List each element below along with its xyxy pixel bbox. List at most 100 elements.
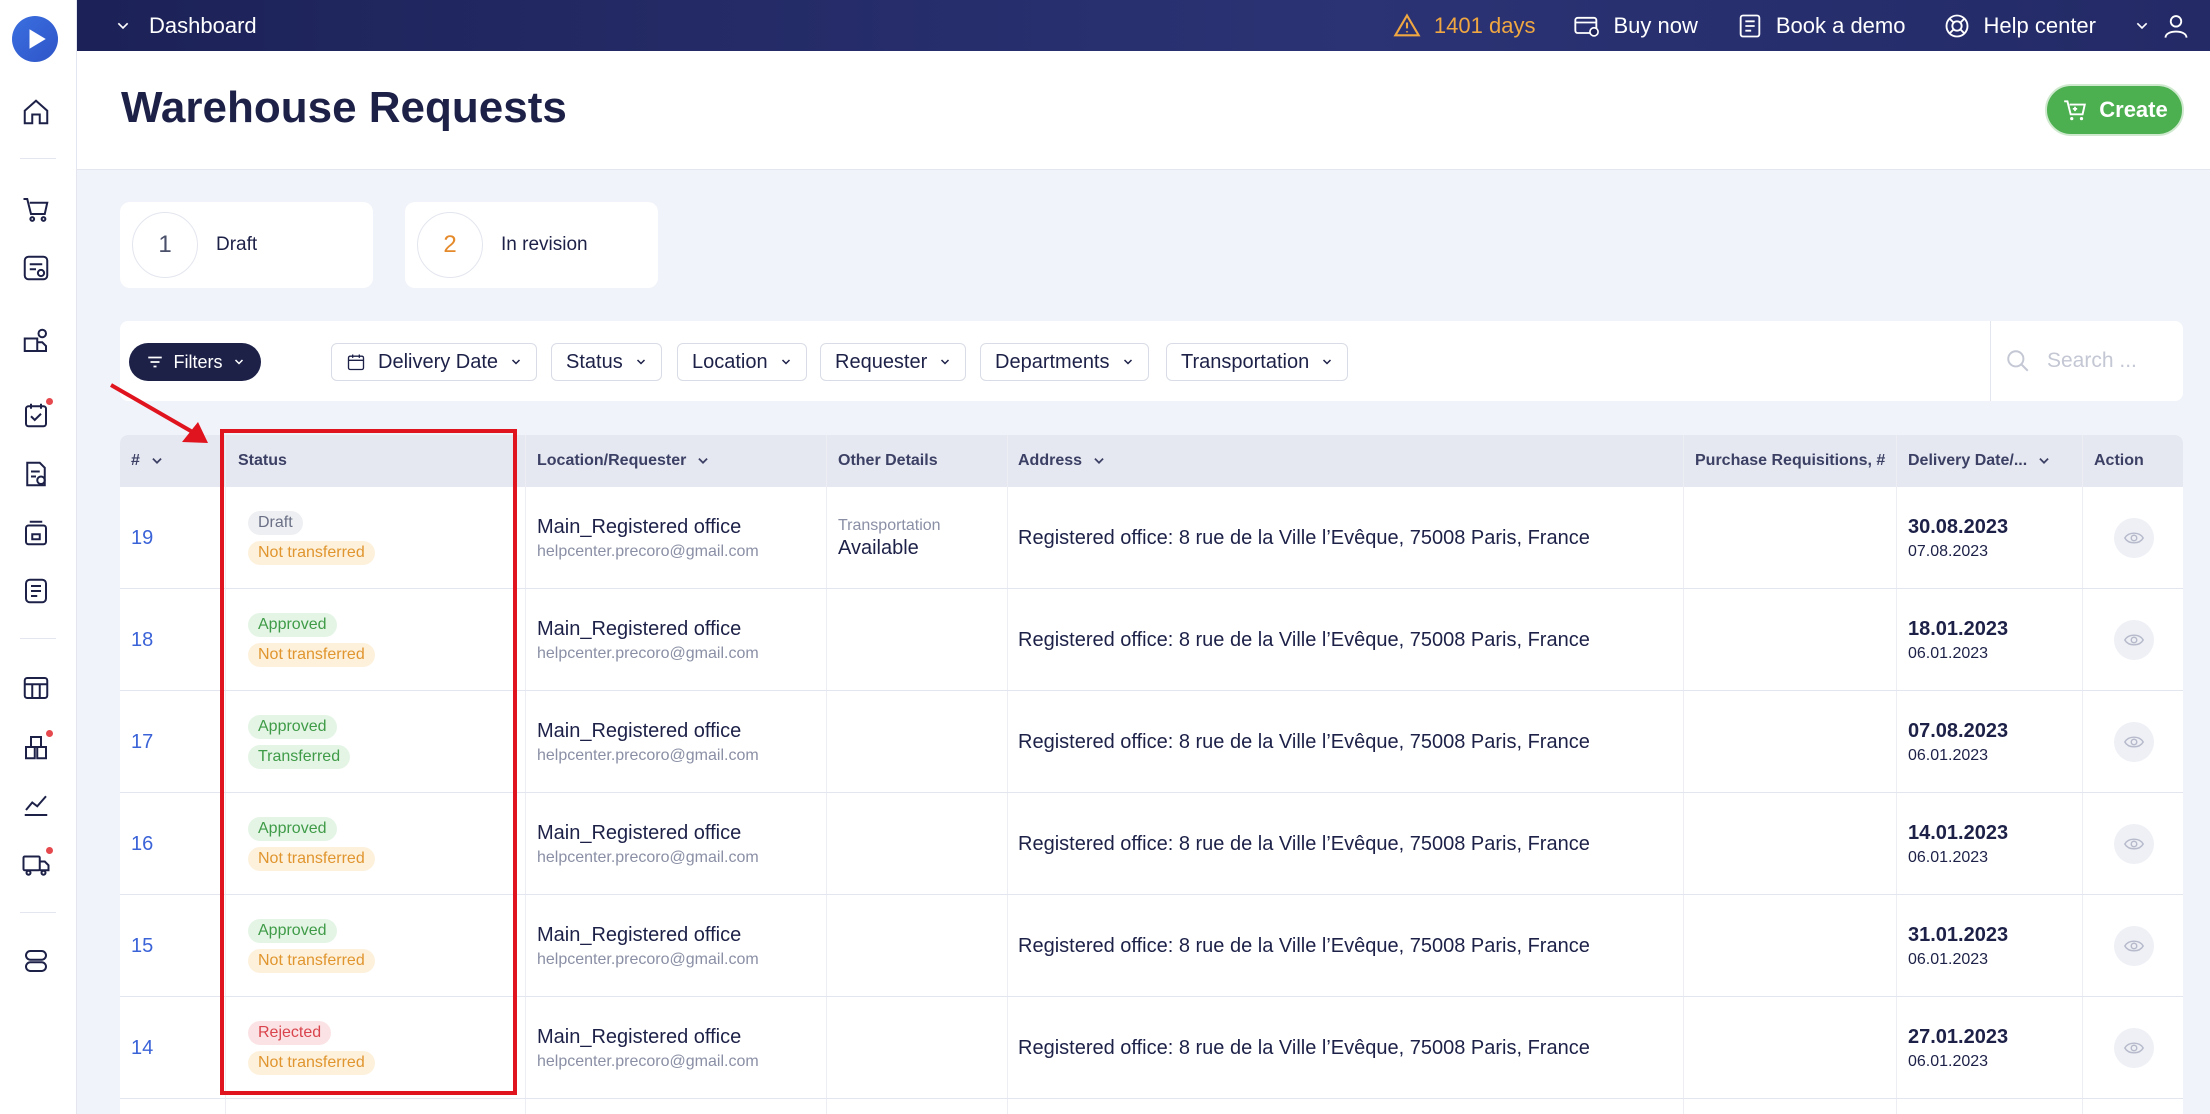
status-badge: Approved [248,613,337,637]
settings-icon[interactable] [20,945,52,977]
requester-email: helpcenter.precoro@gmail.com [537,542,759,560]
stat-card-draft[interactable]: 1 Draft [120,202,373,288]
request-id-link[interactable]: 17 [131,731,153,754]
chevron-down-icon [234,359,243,365]
chevron-down-icon [781,359,790,365]
filter-requester[interactable]: Requester [820,343,967,381]
filter-status[interactable]: Status [551,343,662,381]
budget-icon[interactable] [20,672,52,704]
inventory-icon[interactable] [20,729,54,763]
trial-days[interactable]: 1401 days [1392,12,1535,40]
request-id-link[interactable]: 15 [131,935,153,958]
help-center-link[interactable]: Help center [1943,12,2096,40]
table-row[interactable]: 17 Approved Transferred Main_Registered off… [120,691,2183,793]
request-id-link[interactable]: 19 [131,527,153,550]
book-demo-link[interactable]: Book a demo [1736,12,1906,40]
create-button[interactable]: Create [2045,84,2184,136]
view-eye-icon[interactable] [2114,926,2154,966]
view-eye-icon[interactable] [2114,620,2154,660]
search-input[interactable] [2047,349,2167,373]
requester-email: helpcenter.precoro@gmail.com [537,950,759,968]
filter-icon [147,356,162,368]
chevron-down-icon [698,458,709,464]
dashboard-label: Dashboard [149,12,257,38]
supplier-icon[interactable] [20,325,52,357]
view-eye-icon[interactable] [2114,518,2154,558]
view-eye-icon[interactable] [2114,1028,2154,1068]
book-demo-label: Book a demo [1775,12,1906,38]
chevron-down-icon [2136,22,2148,29]
user-menu[interactable] [2134,12,2190,40]
delivery-date: 14.01.2023 [1908,821,2009,844]
transfer-badge: Not transferred [248,1051,375,1075]
chevron-down-icon [512,359,521,365]
request-id-link[interactable]: 18 [131,629,153,652]
stat-count: 1 [132,212,198,278]
filter-departments[interactable]: Departments [980,343,1149,381]
status-badge: Approved [248,817,337,841]
column-header-address[interactable]: Address [1018,435,1106,487]
requests-icon[interactable] [20,252,52,284]
filter-transportation[interactable]: Transportation [1166,343,1349,381]
view-eye-icon[interactable] [2114,824,2154,864]
stat-label: In revision [501,234,588,255]
address-text: Registered office: 8 rue de la Ville l’E… [1018,526,1590,549]
request-id-link[interactable]: 16 [131,833,153,856]
request-id-link[interactable]: 14 [131,1037,153,1060]
view-eye-icon[interactable] [2114,722,2154,762]
analytics-icon[interactable] [20,789,52,821]
page-header: Warehouse Requests Create [77,51,2210,170]
location-name: Main_Registered office [537,719,742,742]
created-date: 06.01.2023 [1908,848,1989,866]
requester-email: helpcenter.precoro@gmail.com [537,746,759,764]
search-box [1990,321,2183,401]
chevron-down-icon [1094,458,1104,464]
table-row[interactable]: 15 Approved Not transferred Main_Registered… [120,895,2183,997]
chevron-down-icon [941,359,950,365]
table-row[interactable]: 14 Rejected Not transferred Main_Registered… [120,997,2183,1099]
stat-card-in-revision[interactable]: 2 In revision [405,202,658,288]
buy-now-link[interactable]: Buy now [1573,12,1698,40]
transfer-badge: Not transferred [248,643,375,667]
column-header-purchase-requisitions: Purchase Requisitions, # [1695,452,1886,469]
app-logo[interactable] [12,16,58,62]
table-row[interactable]: 19 Draft Not transferred Main_Registered of… [120,487,2183,589]
chevron-down-icon [636,359,645,365]
home-icon[interactable] [20,96,52,128]
chevron-down-icon [1323,359,1332,365]
cart-icon[interactable] [20,193,52,225]
address-text: Registered office: 8 rue de la Ville l’E… [1018,730,1590,753]
warehouse-icon[interactable] [20,517,52,549]
filter-label: Transportation [1181,350,1310,373]
column-header-other-details: Other Details [838,452,938,469]
invoice-icon[interactable] [20,458,52,490]
filter-location[interactable]: Location [677,343,807,381]
column-header-delivery-date[interactable]: Delivery Date/... [1908,435,2051,487]
receipt-icon[interactable] [20,575,52,607]
dashboard-menu[interactable]: Dashboard [115,0,257,51]
other-details-label: Transportation [838,516,941,534]
search-icon [2007,350,2029,372]
filters-button[interactable]: Filters [129,343,261,381]
table-row[interactable]: 18 Approved Not transferred Main_Registered… [120,589,2183,691]
requester-email: helpcenter.precoro@gmail.com [537,644,759,662]
delivery-date: 27.01.2023 [1908,1025,2009,1048]
approval-icon[interactable] [20,397,54,431]
column-header-location[interactable]: Location/Requester [537,435,710,487]
status-badge: Approved [248,919,337,943]
address-text: Registered office: 8 rue de la Ville l’E… [1018,934,1590,957]
top-bar: Dashboard 1401 days Buy now Book a demo … [77,0,2210,51]
transfer-badge: Not transferred [248,541,375,565]
transfer-badge: Transferred [248,745,351,769]
filters-label: Filters [173,351,223,372]
status-badge: Draft [248,511,303,535]
delivery-icon[interactable] [20,846,54,880]
requester-email: helpcenter.precoro@gmail.com [537,1052,759,1070]
location-name: Main_Registered office [537,515,742,538]
stat-count: 2 [417,212,483,278]
lifebuoy-icon [1946,14,1969,37]
requester-email: helpcenter.precoro@gmail.com [537,848,759,866]
filter-delivery-date[interactable]: Delivery Date [331,343,538,381]
table-row[interactable]: 16 Approved Not transferred Main_Registered… [120,793,2183,895]
status-badge: Approved [248,715,337,739]
